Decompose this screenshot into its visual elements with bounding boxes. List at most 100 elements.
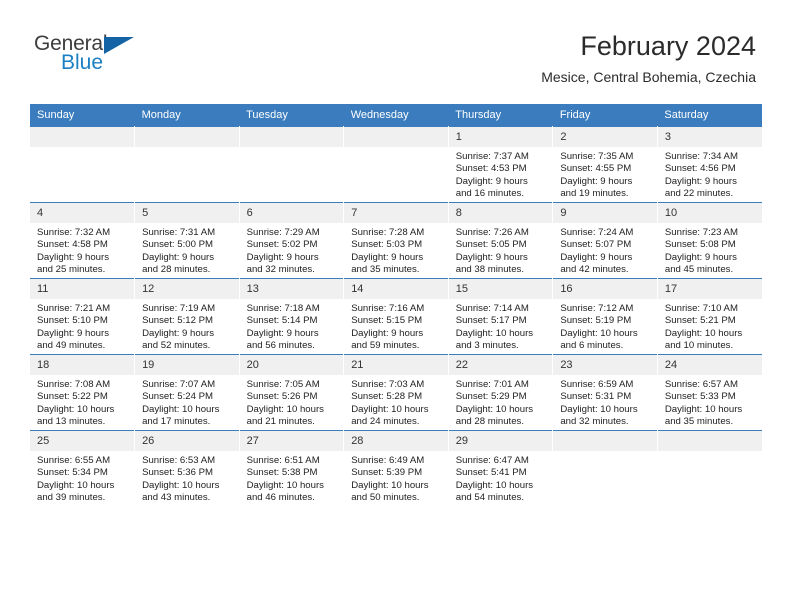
day-cell[interactable]: 18 Sunrise: 7:08 AM Sunset: 5:22 PM Dayl…: [30, 354, 136, 431]
day-details: [344, 147, 448, 151]
sunrise-text: Sunrise: 6:49 AM: [351, 455, 425, 466]
daylight-text-line2: and 46 minutes.: [246, 491, 315, 503]
sunset-text: Sunset: 4:58 PM: [37, 239, 108, 251]
day-details: Sunrise: 7:35 AM Sunset: 4:55 PM Dayligh…: [553, 147, 657, 200]
day-cell[interactable]: 21 Sunrise: 7:03 AM Sunset: 5:28 PM Dayl…: [343, 354, 449, 431]
day-cell[interactable]: 17 Sunrise: 7:10 AM Sunset: 5:21 PM Dayl…: [657, 278, 762, 355]
sunset-text: Sunset: 5:34 PM: [37, 467, 108, 479]
sunset-text: Sunset: 5:36 PM: [142, 467, 213, 479]
sunset-text: Sunset: 5:02 PM: [246, 239, 318, 251]
sunrise-text: Sunrise: 7:01 AM: [455, 379, 529, 390]
day-cell[interactable]: 14 Sunrise: 7:16 AM Sunset: 5:15 PM Dayl…: [343, 278, 449, 355]
day-details: Sunrise: 6:57 AM Sunset: 5:33 PM Dayligh…: [658, 375, 762, 428]
logo-triangle-icon: [104, 37, 134, 54]
sunrise-text: Sunrise: 7:35 AM: [560, 151, 634, 162]
day-cell[interactable]: 4 Sunrise: 7:32 AM Sunset: 4:58 PM Dayli…: [30, 202, 136, 279]
day-cell[interactable]: 24 Sunrise: 6:57 AM Sunset: 5:33 PM Dayl…: [657, 354, 762, 431]
day-number: 19: [135, 355, 239, 375]
day-cell[interactable]: 9 Sunrise: 7:24 AM Sunset: 5:07 PM Dayli…: [552, 202, 658, 279]
day-cell[interactable]: 28 Sunrise: 6:49 AM Sunset: 5:39 PM Dayl…: [343, 430, 449, 506]
weekday-header-tuesday: Tuesday: [239, 104, 344, 127]
day-cell[interactable]: 20 Sunrise: 7:05 AM Sunset: 5:26 PM Dayl…: [239, 354, 345, 431]
daylight-text-line1: Daylight: 10 hours: [664, 327, 743, 339]
daylight-text-line2: and 43 minutes.: [142, 491, 211, 503]
daylight-text-line1: Daylight: 9 hours: [142, 251, 215, 263]
daylight-text-line2: and 24 minutes.: [351, 415, 420, 427]
sunrise-text: Sunrise: 6:57 AM: [664, 379, 738, 390]
sunrise-text: Sunrise: 6:53 AM: [142, 455, 216, 466]
weekday-header-sunday: Sunday: [30, 104, 135, 127]
day-number: 14: [344, 279, 448, 299]
day-details: Sunrise: 7:14 AM Sunset: 5:17 PM Dayligh…: [449, 299, 553, 352]
day-number: [657, 431, 762, 451]
daylight-text-line1: Daylight: 10 hours: [37, 479, 115, 491]
day-number: 1: [448, 127, 553, 147]
daylight-text-line2: and 42 minutes.: [560, 263, 629, 275]
day-number: [553, 431, 657, 451]
sunrise-text: Sunrise: 6:59 AM: [560, 379, 634, 390]
week-row: 1 Sunrise: 7:37 AM Sunset: 4:53 PM Dayli…: [30, 126, 762, 203]
day-cell[interactable]: 12 Sunrise: 7:19 AM Sunset: 5:12 PM Dayl…: [134, 278, 240, 355]
day-cell[interactable]: 3 Sunrise: 7:34 AM Sunset: 4:56 PM Dayli…: [657, 126, 762, 203]
daylight-text-line2: and 35 minutes.: [351, 263, 420, 275]
sunset-text: Sunset: 5:14 PM: [246, 315, 318, 327]
day-cell[interactable]: 25 Sunrise: 6:55 AM Sunset: 5:34 PM Dayl…: [30, 430, 136, 506]
daylight-text-line2: and 16 minutes.: [455, 187, 525, 199]
day-cell[interactable]: 26 Sunrise: 6:53 AM Sunset: 5:36 PM Dayl…: [134, 430, 240, 506]
daylight-text-line2: and 32 minutes.: [560, 415, 629, 427]
day-cell[interactable]: 19 Sunrise: 7:07 AM Sunset: 5:24 PM Dayl…: [134, 354, 240, 431]
day-details: Sunrise: 7:01 AM Sunset: 5:29 PM Dayligh…: [449, 375, 553, 428]
day-cell[interactable]: 1 Sunrise: 7:37 AM Sunset: 4:53 PM Dayli…: [448, 126, 554, 203]
day-cell: [134, 126, 240, 203]
day-cell[interactable]: 5 Sunrise: 7:31 AM Sunset: 5:00 PM Dayli…: [134, 202, 240, 279]
day-cell[interactable]: 27 Sunrise: 6:51 AM Sunset: 5:38 PM Dayl…: [239, 430, 345, 506]
day-number: 5: [135, 203, 239, 223]
daylight-text-line2: and 56 minutes.: [246, 339, 315, 351]
general-blue-logo[interactable]: General Blue: [34, 33, 154, 81]
weekday-header-friday: Friday: [552, 104, 658, 127]
daylight-text-line1: Daylight: 9 hours: [455, 251, 528, 263]
day-cell[interactable]: 15 Sunrise: 7:14 AM Sunset: 5:17 PM Dayl…: [448, 278, 554, 355]
day-details: Sunrise: 6:49 AM Sunset: 5:39 PM Dayligh…: [344, 451, 448, 504]
day-number: 29: [448, 431, 553, 451]
day-cell[interactable]: 10 Sunrise: 7:23 AM Sunset: 5:08 PM Dayl…: [657, 202, 762, 279]
daylight-text-line1: Daylight: 9 hours: [37, 327, 109, 339]
daylight-text-line2: and 19 minutes.: [560, 187, 629, 199]
day-cell[interactable]: 13 Sunrise: 7:18 AM Sunset: 5:14 PM Dayl…: [239, 278, 345, 355]
logo-text-blue: Blue: [61, 51, 104, 74]
day-details: Sunrise: 7:10 AM Sunset: 5:21 PM Dayligh…: [658, 299, 762, 352]
sunrise-text: Sunrise: 6:55 AM: [37, 455, 111, 466]
daylight-text-line1: Daylight: 10 hours: [455, 403, 534, 415]
day-details: Sunrise: 7:34 AM Sunset: 4:56 PM Dayligh…: [658, 147, 762, 200]
daylight-text-line2: and 39 minutes.: [37, 491, 106, 503]
day-cell[interactable]: 8 Sunrise: 7:26 AM Sunset: 5:05 PM Dayli…: [448, 202, 554, 279]
sunrise-text: Sunrise: 6:47 AM: [455, 455, 529, 466]
daylight-text-line1: Daylight: 9 hours: [246, 327, 319, 339]
calendar-table: Sunday Monday Tuesday Wednesday Thursday…: [30, 104, 762, 506]
day-cell[interactable]: 11 Sunrise: 7:21 AM Sunset: 5:10 PM Dayl…: [30, 278, 136, 355]
day-cell[interactable]: 2 Sunrise: 7:35 AM Sunset: 4:55 PM Dayli…: [552, 126, 658, 203]
day-number: 25: [30, 431, 135, 451]
daylight-text-line1: Daylight: 10 hours: [142, 403, 220, 415]
sunset-text: Sunset: 5:07 PM: [560, 239, 632, 251]
day-cell[interactable]: 7 Sunrise: 7:28 AM Sunset: 5:03 PM Dayli…: [343, 202, 449, 279]
sunrise-text: Sunrise: 7:10 AM: [664, 303, 738, 314]
day-cell[interactable]: 29 Sunrise: 6:47 AM Sunset: 5:41 PM Dayl…: [448, 430, 554, 506]
daylight-text-line2: and 22 minutes.: [664, 187, 734, 199]
day-details: [553, 451, 657, 455]
day-cell[interactable]: 23 Sunrise: 6:59 AM Sunset: 5:31 PM Dayl…: [552, 354, 658, 431]
daylight-text-line2: and 35 minutes.: [664, 415, 734, 427]
day-details: [240, 147, 344, 151]
day-cell[interactable]: 16 Sunrise: 7:12 AM Sunset: 5:19 PM Dayl…: [552, 278, 658, 355]
daylight-text-line2: and 45 minutes.: [664, 263, 734, 275]
sunset-text: Sunset: 5:29 PM: [455, 391, 527, 403]
calendar-header-row: Sunday Monday Tuesday Wednesday Thursday…: [30, 104, 762, 127]
sunrise-text: Sunrise: 6:51 AM: [246, 455, 320, 466]
day-cell[interactable]: 6 Sunrise: 7:29 AM Sunset: 5:02 PM Dayli…: [239, 202, 345, 279]
day-number: 26: [135, 431, 239, 451]
day-cell[interactable]: 22 Sunrise: 7:01 AM Sunset: 5:29 PM Dayl…: [448, 354, 554, 431]
sunset-text: Sunset: 5:22 PM: [37, 391, 108, 403]
day-details: Sunrise: 7:08 AM Sunset: 5:22 PM Dayligh…: [30, 375, 134, 428]
day-number: [344, 127, 448, 147]
day-details: Sunrise: 6:53 AM Sunset: 5:36 PM Dayligh…: [135, 451, 239, 504]
